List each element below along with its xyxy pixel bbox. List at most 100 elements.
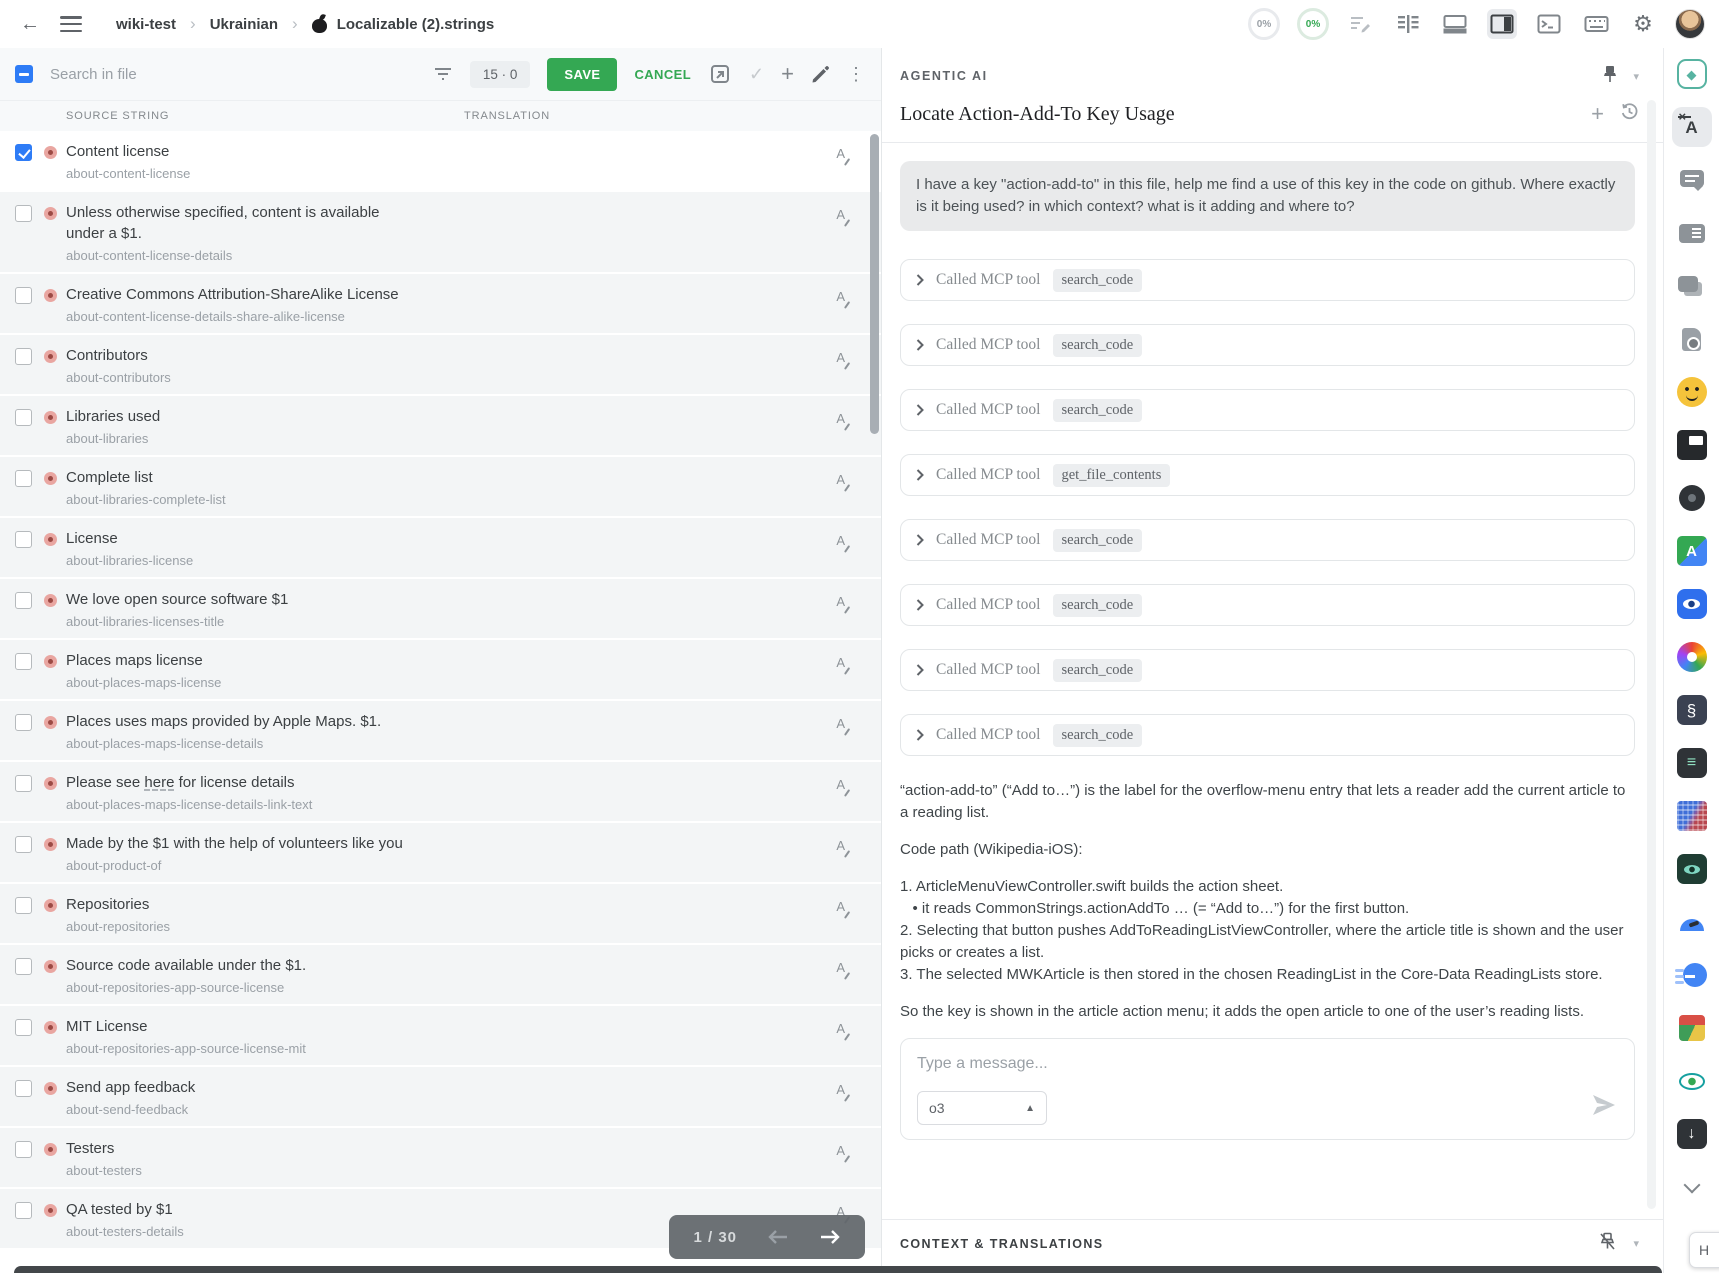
- page-size-badge[interactable]: 15 · 0: [470, 61, 531, 88]
- headset-app-icon[interactable]: [1672, 902, 1712, 942]
- source-string[interactable]: We love open source software $1: [66, 591, 288, 608]
- source-string[interactable]: Made by the $1 with the help of voluntee…: [66, 835, 403, 852]
- key-name[interactable]: about-libraries-complete-list: [66, 492, 418, 508]
- edit-pencil-icon[interactable]: [811, 65, 830, 84]
- key-name[interactable]: about-places-maps-license-details-link-t…: [66, 797, 418, 813]
- source-string[interactable]: Places maps license: [66, 652, 203, 669]
- row-checkbox[interactable]: [15, 958, 32, 975]
- menu-icon[interactable]: [60, 16, 82, 32]
- eye-play-app-icon[interactable]: [1672, 1061, 1712, 1101]
- key-name[interactable]: about-contributors: [66, 370, 418, 386]
- new-chat-icon[interactable]: +: [1591, 103, 1604, 125]
- row-checkbox[interactable]: [15, 531, 32, 548]
- breadcrumb-filename[interactable]: Localizable (2).strings: [337, 16, 495, 33]
- row-checkbox[interactable]: [15, 775, 32, 792]
- emoji-app-icon[interactable]: [1672, 372, 1712, 412]
- context-translations-bar[interactable]: CONTEXT & TRANSLATIONS ▾: [882, 1219, 1663, 1273]
- key-row[interactable]: Contributors about-contributors A: [0, 335, 881, 396]
- auto-translate-icon[interactable]: A: [836, 147, 845, 160]
- key-row[interactable]: Made by the $1 with the help of voluntee…: [0, 823, 881, 884]
- add-key-icon[interactable]: +: [781, 63, 794, 85]
- key-row[interactable]: Send app feedback about-send-feedback A: [0, 1067, 881, 1128]
- auto-translate-icon[interactable]: A: [836, 656, 845, 669]
- send-message-icon[interactable]: [1592, 1094, 1616, 1121]
- auto-translate-icon[interactable]: A: [836, 1022, 845, 1035]
- key-name[interactable]: about-testers-details: [66, 1224, 418, 1240]
- key-name[interactable]: about-content-license-details-share-alik…: [66, 309, 418, 325]
- progress-circle-total[interactable]: 0%: [1248, 8, 1280, 40]
- keyboard-icon[interactable]: [1581, 9, 1611, 39]
- cube-app-icon[interactable]: [1672, 1008, 1712, 1048]
- row-checkbox[interactable]: [15, 1080, 32, 1097]
- key-row[interactable]: MIT License about-repositories-app-sourc…: [0, 1006, 881, 1067]
- edit-list-icon[interactable]: [1346, 9, 1376, 39]
- auto-translate-icon[interactable]: A: [836, 778, 845, 791]
- auto-translate-icon[interactable]: A: [836, 839, 845, 852]
- source-string[interactable]: Source code available under the $1.: [66, 957, 306, 974]
- row-checkbox[interactable]: [15, 592, 32, 609]
- source-string[interactable]: Repositories: [66, 896, 149, 913]
- context-card-icon[interactable]: [1672, 213, 1712, 253]
- comments-icon[interactable]: [1672, 160, 1712, 200]
- machine-translate-icon[interactable]: A: [1672, 107, 1712, 147]
- settings-gear-icon[interactable]: ⚙: [1628, 9, 1658, 39]
- auto-translate-icon[interactable]: A: [836, 290, 845, 303]
- right-panel-view-icon[interactable]: [1487, 9, 1517, 39]
- auto-translate-icon[interactable]: A: [836, 717, 845, 730]
- footer-caret-icon[interactable]: ▾: [1633, 1237, 1639, 1250]
- translate-app-icon[interactable]: A: [1672, 531, 1712, 571]
- auto-translate-icon[interactable]: A: [836, 1144, 845, 1157]
- source-string[interactable]: Places uses maps provided by Apple Maps.…: [66, 713, 381, 730]
- back-icon[interactable]: ←: [16, 13, 44, 36]
- eye-app-icon[interactable]: [1672, 584, 1712, 624]
- speed-app-icon[interactable]: [1672, 955, 1712, 995]
- row-checkbox[interactable]: [15, 1141, 32, 1158]
- collapse-rail-icon[interactable]: [1672, 1167, 1712, 1207]
- table-view-icon[interactable]: [1393, 9, 1423, 39]
- notebook-app-icon[interactable]: [1672, 425, 1712, 465]
- key-row[interactable]: Unless otherwise specified, content is a…: [0, 192, 881, 274]
- auto-translate-icon[interactable]: A: [836, 900, 845, 913]
- tool-call-card[interactable]: Called MCP tool search_code: [900, 584, 1635, 626]
- row-checkbox[interactable]: [15, 836, 32, 853]
- key-name[interactable]: about-repositories-app-source-license-mi…: [66, 1041, 418, 1057]
- approve-check-icon[interactable]: ✓: [749, 64, 764, 85]
- key-row[interactable]: Creative Commons Attribution-ShareAlike …: [0, 274, 881, 335]
- key-name[interactable]: about-libraries-license: [66, 553, 418, 569]
- key-name[interactable]: about-product-of: [66, 858, 418, 874]
- auto-translate-icon[interactable]: A: [836, 595, 845, 608]
- key-name[interactable]: about-content-license: [66, 166, 418, 182]
- tool-call-card[interactable]: Called MCP tool search_code: [900, 389, 1635, 431]
- search-input[interactable]: [50, 66, 416, 83]
- key-name[interactable]: about-libraries: [66, 431, 418, 447]
- source-string[interactable]: License: [66, 530, 118, 547]
- source-string[interactable]: Testers: [66, 1140, 114, 1157]
- legal-section-app-icon[interactable]: §: [1672, 690, 1712, 730]
- duplicate-icon[interactable]: [708, 62, 732, 86]
- export-app-icon[interactable]: ↓: [1672, 1114, 1712, 1154]
- unpin-icon[interactable]: [1599, 1232, 1616, 1256]
- source-string[interactable]: Libraries used: [66, 408, 160, 425]
- key-row[interactable]: Places maps license about-places-maps-li…: [0, 640, 881, 701]
- source-string[interactable]: Creative Commons Attribution-ShareAlike …: [66, 286, 399, 303]
- auto-translate-icon[interactable]: A: [836, 961, 845, 974]
- auto-translate-icon[interactable]: A: [836, 208, 845, 221]
- row-checkbox[interactable]: [15, 470, 32, 487]
- source-string[interactable]: Contributors: [66, 347, 148, 364]
- row-checkbox[interactable]: [15, 205, 32, 222]
- auto-translate-icon[interactable]: A: [836, 1083, 845, 1096]
- row-checkbox[interactable]: [15, 409, 32, 426]
- source-string[interactable]: Send app feedback: [66, 1079, 195, 1096]
- key-name[interactable]: about-testers: [66, 1163, 418, 1179]
- message-input[interactable]: Type a message...: [917, 1055, 1618, 1073]
- filter-icon[interactable]: [433, 66, 453, 82]
- history-icon[interactable]: [1620, 102, 1639, 126]
- mosaic-app-icon[interactable]: [1672, 796, 1712, 836]
- key-row[interactable]: Content license about-content-license A: [0, 131, 881, 192]
- pin-icon[interactable]: [1602, 65, 1618, 88]
- model-selector[interactable]: o3 ▲: [917, 1091, 1047, 1125]
- color-wheel-app-icon[interactable]: [1672, 637, 1712, 677]
- camera-eye-app-icon[interactable]: [1672, 849, 1712, 889]
- user-avatar[interactable]: [1675, 9, 1705, 39]
- source-string[interactable]: Complete list: [66, 469, 153, 486]
